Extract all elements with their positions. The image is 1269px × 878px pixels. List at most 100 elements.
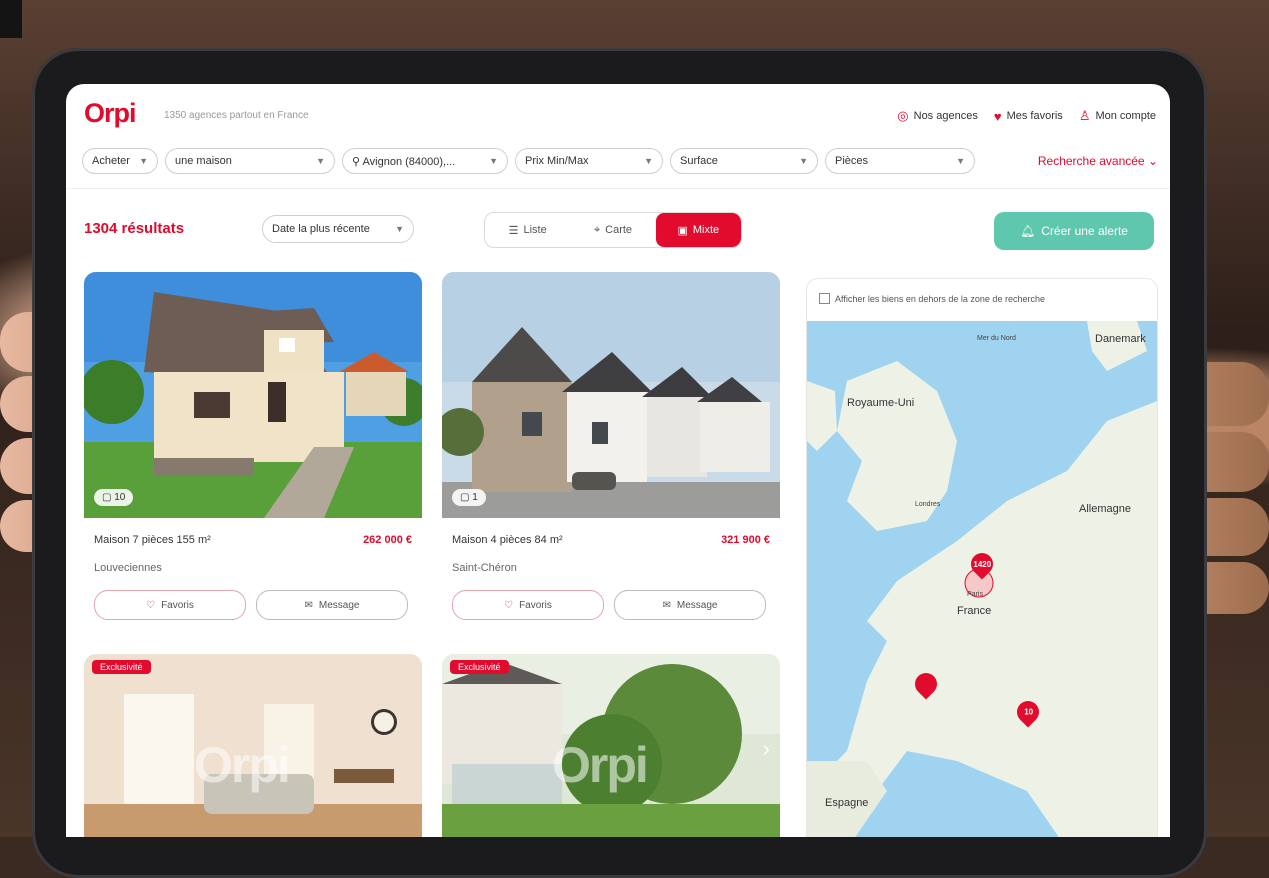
camera-icon: ▢	[102, 492, 115, 503]
favorites-link[interactable]: ♥ Mes favoris	[994, 108, 1063, 124]
listing-actions: ♡ Favoris ✉ Message	[94, 590, 408, 620]
sort-select[interactable]: Date la plus récente ▼	[262, 215, 414, 243]
listing-photo[interactable]: ▢ 1	[442, 272, 780, 518]
favorite-button[interactable]: ♡ Favoris	[94, 590, 246, 620]
orpi-watermark: Orpi	[194, 737, 291, 793]
property-type-value: une maison	[175, 155, 232, 167]
divider	[66, 188, 1170, 189]
tagline: 1350 agences partout en France	[164, 110, 309, 121]
listing-city: Louveciennes	[94, 562, 162, 574]
camera-icon: ▢	[460, 492, 473, 503]
transaction-select[interactable]: Acheter ▼	[82, 148, 158, 174]
view-toggle: ☰ Liste ⌖ Carte ▣ Mixte	[484, 212, 742, 248]
chevron-down-icon: ▼	[139, 156, 148, 166]
top-links: ◎ Nos agences ♥ Mes favoris ♙ Mon compte	[897, 108, 1156, 124]
results-count: 1304 résultats	[84, 220, 185, 237]
price-value: Prix Min/Max	[525, 155, 589, 167]
outside-zone-label: Afficher les biens en dehors de la zone …	[835, 293, 1045, 304]
bell-icon: 🔔︎	[1020, 224, 1036, 238]
app-screen: Orpi 1350 agences partout en France ◎ No…	[66, 84, 1170, 837]
listing-actions: ♡ Favoris ✉ Message	[452, 590, 766, 620]
message-label: Message	[676, 599, 718, 611]
view-map-label: Carte	[605, 224, 633, 236]
outside-zone-checkbox[interactable]: Afficher les biens en dehors de la zone …	[819, 293, 1045, 304]
location-pin-icon: ⚲	[352, 155, 363, 168]
corner-overlay	[0, 0, 22, 38]
location-text: Avignon (84000),...	[362, 155, 456, 168]
chevron-down-icon: ▼	[956, 156, 965, 166]
surface-select[interactable]: Surface ▼	[670, 148, 818, 174]
listing-title[interactable]: Maison 7 pièces 155 m²	[94, 534, 211, 546]
chevron-down-icon: ⌄	[1147, 154, 1158, 168]
rooms-select[interactable]: Pièces ▼	[825, 148, 975, 174]
photo-count-badge: ▢ 1	[452, 489, 486, 506]
create-alert-button[interactable]: 🔔︎ Créer une alerte	[994, 212, 1154, 250]
location-pin-icon: ◎	[897, 108, 909, 123]
photo-count-badge: ▢ 10	[94, 489, 134, 506]
listing-card[interactable]: ▢ 1 Maison 4 pièces 84 m² 321 900 € Sain…	[442, 272, 780, 632]
listing-photo[interactable]: Exclusivité Orpi ›	[442, 654, 780, 837]
sort-value: Date la plus récente	[272, 223, 370, 235]
map-panel: Afficher les biens en dehors de la zone …	[806, 278, 1158, 837]
chevron-right-icon[interactable]: ›	[763, 736, 770, 762]
chevron-down-icon: ▼	[799, 156, 808, 166]
agencies-label: Nos agences	[913, 110, 978, 122]
listing-card[interactable]: Exclusivité Orpi	[84, 654, 422, 837]
house-photo-image	[84, 272, 422, 518]
map-label-paris: Paris	[967, 591, 983, 598]
property-type-select[interactable]: une maison ▼	[165, 148, 335, 174]
view-map-button[interactable]: ⌖ Carte	[570, 213, 655, 247]
map[interactable]: Royaume-Uni Danemark Allemagne France Es…	[807, 321, 1157, 837]
account-link[interactable]: ♙ Mon compte	[1079, 108, 1156, 124]
message-label: Message	[318, 599, 360, 611]
mixed-view-icon: ▣	[677, 224, 688, 237]
chevron-down-icon: ▼	[489, 156, 498, 166]
map-label-germany: Allemagne	[1079, 503, 1131, 515]
message-button[interactable]: ✉ Message	[256, 590, 408, 620]
location-input[interactable]: ⚲ Avignon (84000),... ▼	[342, 148, 508, 174]
listing-title[interactable]: Maison 4 pièces 84 m²	[452, 534, 563, 546]
heart-outline-icon: ♡	[146, 599, 156, 611]
map-label-london: Londres	[915, 501, 941, 508]
map-label-denmark: Danemark	[1095, 333, 1146, 345]
favorites-label: Mes favoris	[1006, 110, 1063, 122]
listing-photo[interactable]: Exclusivité Orpi	[84, 654, 422, 837]
advanced-search-label: Recherche avancée	[1037, 154, 1145, 168]
map-label-north-sea: Mer du Nord	[977, 335, 1016, 342]
message-button[interactable]: ✉ Message	[614, 590, 766, 620]
view-list-button[interactable]: ☰ Liste	[485, 213, 570, 247]
transaction-value: Acheter	[92, 155, 130, 167]
advanced-search-button[interactable]: Recherche avancée ⌄	[1038, 154, 1158, 168]
heart-outline-icon: ♡	[504, 599, 514, 611]
create-alert-label: Créer une alerte	[1041, 224, 1128, 238]
heart-icon: ♥	[993, 108, 1002, 124]
house-photo-image	[442, 272, 780, 518]
favorite-button[interactable]: ♡ Favoris	[452, 590, 604, 620]
map-label-spain: Espagne	[825, 797, 869, 809]
view-mixed-button[interactable]: ▣ Mixte	[655, 213, 741, 247]
photo-count-value: 1	[472, 492, 478, 503]
listing-card[interactable]: Exclusivité Orpi ›	[442, 654, 780, 837]
top-bar: Orpi 1350 agences partout en France ◎ No…	[66, 84, 1170, 136]
pin-count: 10	[1023, 707, 1033, 717]
orpi-logo[interactable]: Orpi	[84, 98, 137, 129]
listing-photo[interactable]: ▢ 10	[84, 272, 422, 518]
price-select[interactable]: Prix Min/Max ▼	[515, 148, 663, 174]
view-list-label: Liste	[523, 224, 547, 236]
agencies-link[interactable]: ◎ Nos agences	[897, 108, 978, 124]
location-value: ⚲ Avignon (84000),...	[352, 155, 455, 168]
photo-count-value: 10	[114, 492, 126, 503]
map-label-uk: Royaume-Uni	[847, 397, 915, 409]
rooms-value: Pièces	[835, 155, 869, 167]
chevron-down-icon: ▼	[395, 224, 404, 234]
favorite-label: Favoris	[161, 599, 194, 611]
checkbox[interactable]	[819, 293, 830, 304]
listing-price: 262 000 €	[363, 534, 412, 546]
view-mixed-label: Mixte	[692, 224, 720, 236]
mail-icon: ✉	[304, 599, 313, 611]
filter-bar: Acheter ▼ une maison ▼ ⚲ Avignon (84000)…	[82, 148, 975, 174]
listing-card[interactable]: ▢ 10 Maison 7 pièces 155 m² 262 000 € Lo…	[84, 272, 422, 632]
user-icon: ♙	[1078, 108, 1091, 123]
mail-icon: ✉	[662, 599, 671, 611]
map-label-france: France	[957, 605, 992, 617]
